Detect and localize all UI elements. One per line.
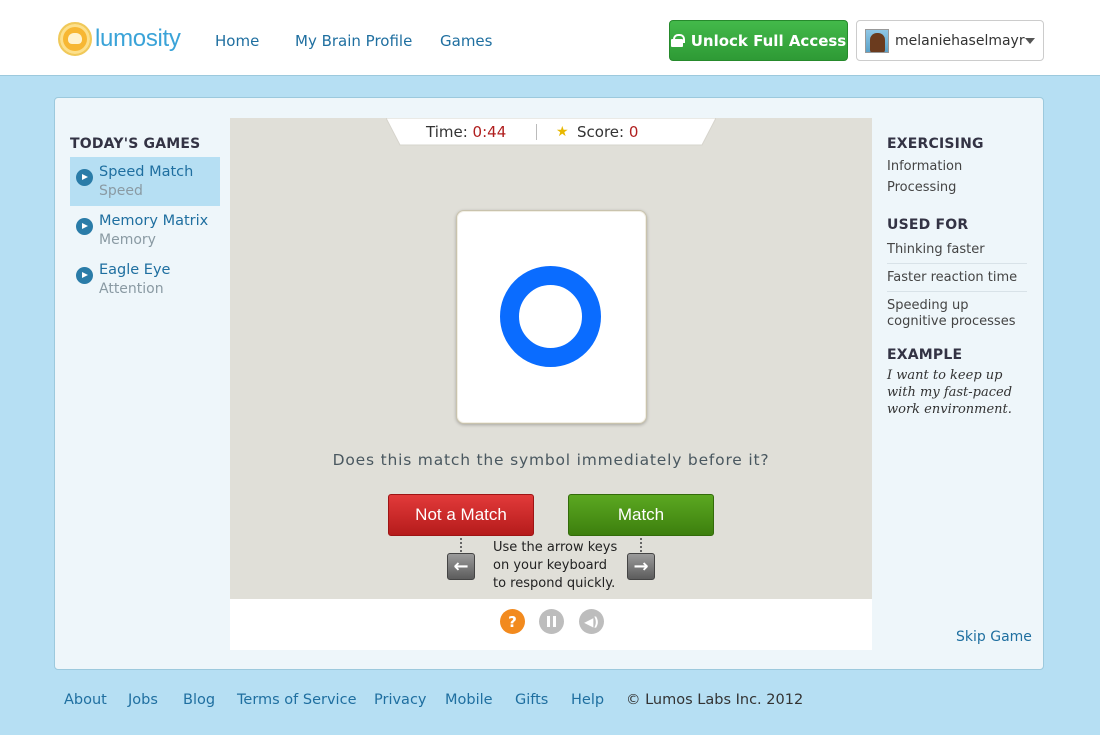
user-menu-dropdown[interactable]: melaniehaselmayr (856, 20, 1044, 61)
username: melaniehaselmayr (895, 32, 1025, 49)
left-key-connector (460, 538, 462, 552)
used-for-section: USED FOR Thinking faster Faster reaction… (887, 217, 1027, 335)
todays-games-section: TODAY'S GAMES (70, 136, 220, 152)
game-question: Does this match the symbol immediately b… (332, 451, 770, 469)
footer-link-mobile[interactable]: Mobile (445, 692, 493, 708)
brain-logo-icon (58, 22, 92, 56)
sound-icon[interactable]: ◀) (579, 609, 604, 634)
footer-link-blog[interactable]: Blog (183, 692, 215, 708)
score-divider (536, 124, 537, 140)
nav-games[interactable]: Games (440, 32, 492, 50)
time-display: Time: 0:44 (426, 123, 506, 141)
example-title: EXAMPLE (887, 347, 963, 363)
exercising-section: EXERCISING Information Processing (887, 136, 1027, 198)
circle-symbol-icon (500, 266, 601, 367)
example-section: EXAMPLE I want to keep up with my fast-p… (887, 347, 1027, 418)
game-name: Eagle Eye (99, 262, 171, 278)
play-icon (76, 169, 93, 186)
match-button[interactable]: Match (568, 494, 714, 536)
avatar (865, 28, 889, 53)
game-category: Speed (99, 183, 143, 199)
game-item-eagle-eye[interactable]: Eagle Eye Attention (70, 255, 220, 304)
game-category: Attention (99, 281, 164, 297)
score-label: Score: (577, 123, 625, 141)
used-for-item: Thinking faster (887, 242, 1027, 264)
game-name: Memory Matrix (99, 213, 209, 229)
game-category: Memory (99, 232, 156, 248)
game-item-memory-matrix[interactable]: Memory Matrix Memory (70, 206, 220, 255)
lumosity-logo[interactable]: lumosity (58, 22, 181, 56)
top-navigation-bar: lumosity Home My Brain Profile Games Unl… (0, 0, 1100, 76)
score-display: Score: 0 (577, 123, 638, 141)
game-item-speed-match[interactable]: Speed Match Speed (70, 157, 220, 206)
example-text: I want to keep up with my fast-paced wor… (887, 368, 1013, 417)
play-icon (76, 267, 93, 284)
help-icon[interactable]: ? (500, 609, 525, 634)
used-for-title: USED FOR (887, 217, 969, 233)
footer-link-terms[interactable]: Terms of Service (237, 692, 356, 708)
pause-icon[interactable] (539, 609, 564, 634)
copyright: © Lumos Labs Inc. 2012 (626, 692, 804, 708)
not-a-match-button[interactable]: Not a Match (388, 494, 534, 536)
nav-my-brain-profile[interactable]: My Brain Profile (295, 32, 412, 50)
right-key-connector (640, 538, 642, 552)
unlock-full-access-button[interactable]: Unlock Full Access (669, 20, 848, 61)
exercising-line-2: Processing (887, 180, 957, 195)
footer-link-about[interactable]: About (64, 692, 107, 708)
right-arrow-key-icon: → (627, 553, 655, 580)
chevron-down-icon (1025, 38, 1035, 44)
keyboard-hint: Use the arrow keys on your keyboard to r… (493, 540, 618, 591)
exercising-line-1: Information (887, 159, 963, 174)
used-for-item: Speeding up cognitive processes (887, 298, 1016, 329)
footer-link-gifts[interactable]: Gifts (515, 692, 548, 708)
lock-icon (670, 34, 685, 47)
unlock-label: Unlock Full Access (690, 31, 847, 50)
play-icon (76, 218, 93, 235)
time-label: Time: (426, 123, 468, 141)
footer-link-privacy[interactable]: Privacy (374, 692, 427, 708)
time-value: 0:44 (472, 123, 507, 141)
exercising-title: EXERCISING (887, 136, 984, 152)
todays-games-title: TODAY'S GAMES (70, 136, 201, 152)
left-arrow-key-icon: ← (447, 553, 475, 580)
logo-text: lumosity (95, 25, 181, 52)
footer-link-help[interactable]: Help (571, 692, 604, 708)
footer-link-jobs[interactable]: Jobs (128, 692, 158, 708)
game-name: Speed Match (99, 164, 194, 180)
nav-home[interactable]: Home (215, 32, 259, 50)
used-for-item: Faster reaction time (887, 270, 1027, 292)
score-value: 0 (628, 123, 639, 141)
skip-game-link[interactable]: Skip Game (956, 629, 1032, 645)
star-icon: ★ (556, 124, 569, 140)
